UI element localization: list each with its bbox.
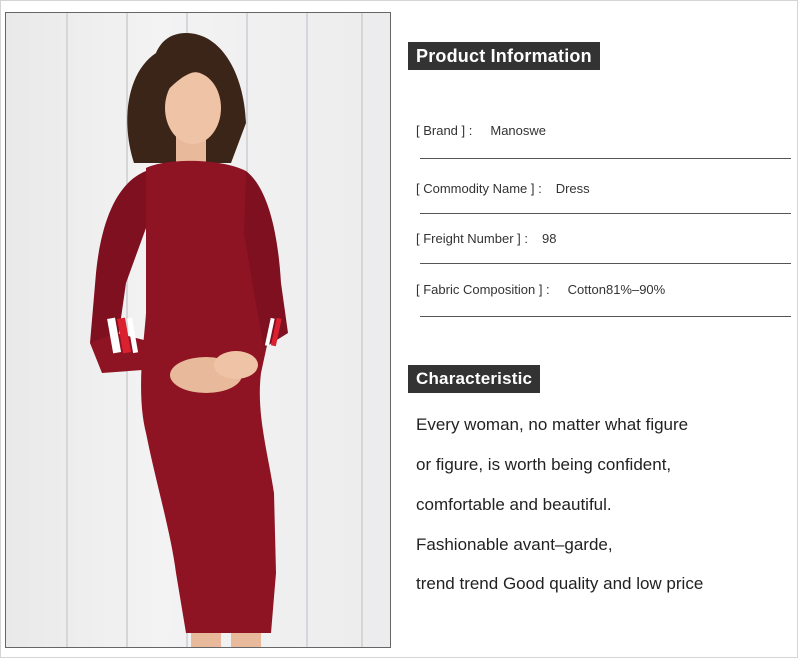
divider xyxy=(420,213,791,214)
characteristic-line: Every woman, no matter what figure xyxy=(416,415,689,434)
divider xyxy=(420,316,791,317)
characteristic-line: comfortable and beautiful. xyxy=(416,495,612,514)
freight-number-row: [ Freight Number ] : 98 xyxy=(416,231,556,246)
divider xyxy=(420,263,791,264)
characteristic-line: trend trend Good quality and low price xyxy=(416,574,704,593)
freight-number-label: [ Freight Number ] : xyxy=(416,231,528,246)
fabric-composition-row: [ Fabric Composition ] : Cotton81%–90% xyxy=(416,282,665,297)
model-in-dress-illustration xyxy=(90,33,288,647)
fabric-composition-value: Cotton81%–90% xyxy=(567,282,666,297)
commodity-name-value: Dress xyxy=(555,181,590,196)
fabric-composition-label: [ Fabric Composition ] : xyxy=(416,282,550,297)
characteristic-line: or figure, is worth being confident, xyxy=(416,455,672,474)
product-information-heading: Product Information xyxy=(408,42,600,70)
divider xyxy=(420,158,791,159)
characteristic-line: Fashionable avant–garde, xyxy=(416,535,613,554)
brand-row: [ Brand ] : Manoswe xyxy=(416,123,546,138)
brand-value: Manoswe xyxy=(490,123,547,138)
commodity-name-row: [ Commodity Name ] : Dress xyxy=(416,181,590,196)
characteristic-heading: Characteristic xyxy=(408,365,541,393)
brand-label: [ Brand ] : xyxy=(416,123,473,138)
freight-number-value: 98 xyxy=(541,231,557,246)
commodity-name-label: [ Commodity Name ] : xyxy=(416,181,542,196)
product-photo xyxy=(5,12,391,648)
